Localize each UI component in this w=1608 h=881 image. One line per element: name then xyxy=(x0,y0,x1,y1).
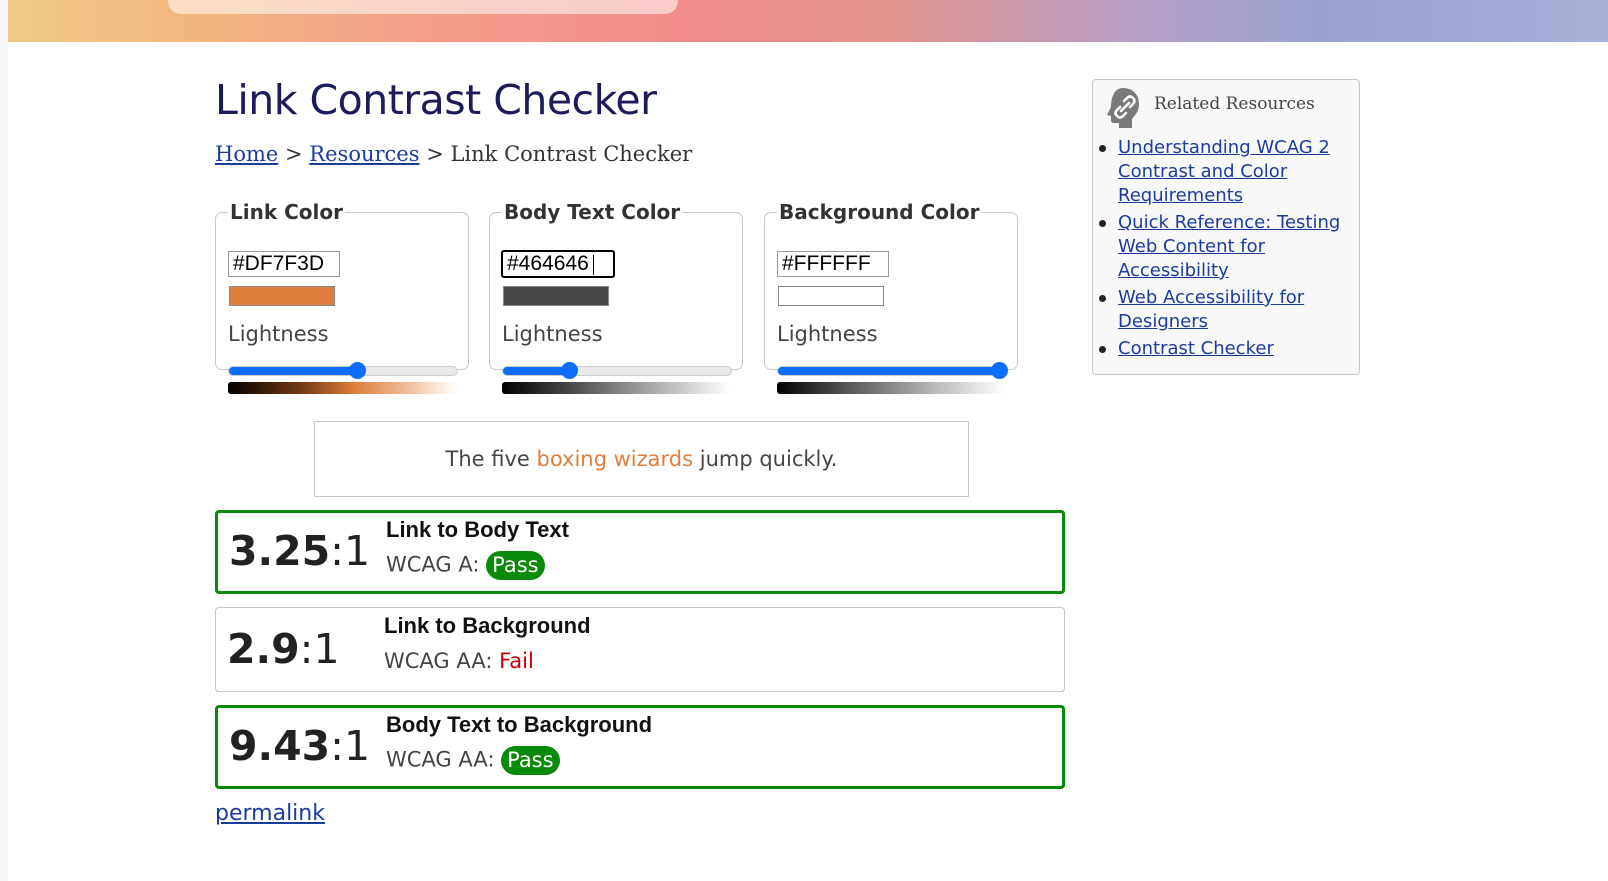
body-color-hex-input[interactable] xyxy=(501,250,615,278)
ratio-value: 3.25 xyxy=(229,527,331,575)
result-wcag-line: WCAG AA: Fail xyxy=(384,649,534,673)
link-quick-reference[interactable]: Quick Reference: Testing Web Content for… xyxy=(1118,212,1340,281)
link-color-hex-input[interactable] xyxy=(228,251,340,277)
result-title: Link to Background xyxy=(384,613,591,638)
background-lightness-fill xyxy=(778,367,1000,375)
ratio-suffix: :1 xyxy=(299,625,340,673)
wcag-level: WCAG AA: xyxy=(386,747,495,772)
breadcrumb-current: Link Contrast Checker xyxy=(450,142,693,166)
ratio-suffix: :1 xyxy=(330,527,371,575)
breadcrumb-separator: > xyxy=(426,142,444,166)
body-lightness-thumb[interactable] xyxy=(561,362,579,379)
background-lightness-thumb[interactable] xyxy=(991,362,1009,379)
result-title: Body Text to Background xyxy=(386,712,653,737)
body-color-picker: Body Text Color Lightness xyxy=(489,200,743,394)
link-icon xyxy=(1107,88,1139,128)
pass-badge: Pass xyxy=(501,746,560,775)
background-color-legend: Background Color xyxy=(779,200,980,224)
page-title: Link Contrast Checker xyxy=(215,76,657,124)
list-item: Quick Reference: Testing Web Content for… xyxy=(1099,211,1348,283)
link-lightness-fill xyxy=(229,367,357,375)
body-lightness-gradient xyxy=(502,382,730,394)
background-lightness-gradient xyxy=(777,382,1005,394)
link-color-picker: Link Color Lightness xyxy=(215,200,469,394)
sample-text: The five xyxy=(445,447,537,471)
background-color-hex-input[interactable] xyxy=(777,251,889,277)
contrast-ratio: 9.43:1 xyxy=(229,722,370,770)
related-resources-sidebar: Related Resources Understanding WCAG 2 C… xyxy=(1092,79,1360,375)
link-web-accessibility-designers[interactable]: Web Accessibility for Designers xyxy=(1118,287,1304,332)
body-lightness-slider[interactable] xyxy=(502,362,732,379)
background-color-picker: Background Color Lightness xyxy=(764,200,1018,394)
page: Link Contrast Checker Home > Resources >… xyxy=(0,0,1608,881)
header-banner xyxy=(8,0,1608,42)
link-understanding-wcag[interactable]: Understanding WCAG 2 Contrast and Color … xyxy=(1118,137,1330,206)
related-links-list: Understanding WCAG 2 Contrast and Color … xyxy=(1093,136,1348,364)
list-item: Web Accessibility for Designers xyxy=(1099,286,1348,334)
wcag-level: WCAG A: xyxy=(386,552,480,577)
main-content: Link Contrast Checker Home > Resources >… xyxy=(8,42,1608,881)
body-color-swatch xyxy=(503,286,609,306)
result-title: Link to Body Text xyxy=(386,517,569,542)
body-lightness-label: Lightness xyxy=(502,322,603,346)
text-cursor xyxy=(593,255,594,275)
result-body-to-background: 9.43:1 Body Text to Background WCAG AA: … xyxy=(215,705,1065,789)
ratio-value: 2.9 xyxy=(227,625,300,673)
contrast-ratio: 3.25:1 xyxy=(229,527,370,575)
link-lightness-label: Lightness xyxy=(228,322,329,346)
result-link-to-background: 2.9:1 Link to Background WCAG AA: Fail xyxy=(215,607,1065,692)
ratio-value: 9.43 xyxy=(229,722,331,770)
result-wcag-line: WCAG A: Pass xyxy=(386,551,545,580)
contrast-ratio: 2.9:1 xyxy=(227,625,340,673)
link-lightness-thumb[interactable] xyxy=(348,362,366,379)
permalink-link[interactable]: permalink xyxy=(215,801,325,826)
background-color-swatch xyxy=(778,286,884,306)
link-contrast-checker[interactable]: Contrast Checker xyxy=(1118,338,1274,359)
wcag-level: WCAG AA: xyxy=(384,649,493,673)
link-color-swatch xyxy=(229,286,335,306)
body-color-legend: Body Text Color xyxy=(504,200,681,224)
background-lightness-slider[interactable] xyxy=(777,362,1009,379)
body-lightness-fill xyxy=(503,367,570,375)
background-lightness-label: Lightness xyxy=(777,322,878,346)
result-link-to-body: 3.25:1 Link to Body Text WCAG A: Pass xyxy=(215,510,1065,594)
fail-status: Fail xyxy=(499,649,534,673)
breadcrumb-resources-link[interactable]: Resources xyxy=(309,142,419,166)
sample-link-text: boxing wizards xyxy=(536,447,694,471)
breadcrumb-separator: > xyxy=(285,142,303,166)
link-color-legend: Link Color xyxy=(230,200,343,224)
list-item: Understanding WCAG 2 Contrast and Color … xyxy=(1099,136,1348,208)
link-lightness-gradient xyxy=(228,382,456,394)
sidebar-title: Related Resources xyxy=(1154,94,1315,114)
result-wcag-line: WCAG AA: Pass xyxy=(386,746,560,775)
site-search-bar[interactable] xyxy=(168,0,678,14)
breadcrumb-home-link[interactable]: Home xyxy=(215,142,278,166)
list-item: Contrast Checker xyxy=(1099,337,1348,361)
link-lightness-slider[interactable] xyxy=(228,362,458,379)
breadcrumb: Home > Resources > Link Contrast Checker xyxy=(215,142,692,166)
pass-badge: Pass xyxy=(486,551,545,580)
ratio-suffix: :1 xyxy=(330,722,371,770)
sample-preview: The five boxing wizards jump quickly. xyxy=(314,421,969,497)
sample-text: jump quickly. xyxy=(693,447,838,471)
